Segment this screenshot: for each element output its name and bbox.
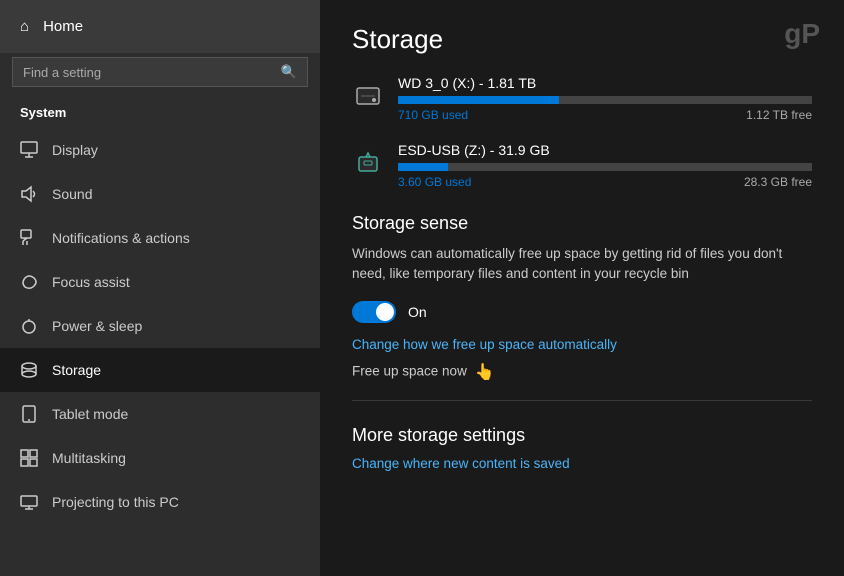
search-icon: 🔍 — [281, 64, 297, 80]
sidebar-item-multitasking[interactable]: Multitasking — [0, 436, 320, 480]
storage-sense-toggle[interactable] — [352, 301, 396, 323]
drive-usb-free: 28.3 GB free — [744, 175, 812, 189]
more-storage-title: More storage settings — [352, 425, 812, 446]
change-content-location-link[interactable]: Change where new content is saved — [352, 456, 812, 471]
drive-wd: WD 3_0 (X:) - 1.81 TB 710 GB used 1.12 T… — [352, 75, 812, 122]
storage-sense-title: Storage sense — [352, 213, 812, 234]
system-label: System — [0, 99, 320, 128]
sidebar-label-projecting: Projecting to this PC — [52, 494, 179, 510]
sidebar-label-tablet: Tablet mode — [52, 406, 128, 422]
projecting-icon — [20, 493, 38, 511]
drive-usb-name: ESD-USB (Z:) - 31.9 GB — [398, 142, 812, 158]
toggle-knob — [376, 303, 394, 321]
home-icon: ⌂ — [20, 18, 29, 35]
storage-sense-toggle-label: On — [408, 304, 427, 320]
sidebar-label-power: Power & sleep — [52, 318, 142, 334]
search-input[interactable] — [23, 65, 273, 80]
free-up-now-text[interactable]: Free up space now 👆 — [352, 362, 812, 382]
sidebar-item-focus[interactable]: Focus assist — [0, 260, 320, 304]
power-icon — [20, 317, 38, 335]
sidebar-label-notifications: Notifications & actions — [52, 230, 190, 246]
drive-usb-used: 3.60 GB used — [398, 175, 471, 189]
drive-usb-bar-wrap — [398, 163, 812, 171]
drive-usb-stats: 3.60 GB used 28.3 GB free — [398, 175, 812, 189]
sound-icon — [20, 185, 38, 203]
drive-wd-name: WD 3_0 (X:) - 1.81 TB — [398, 75, 812, 91]
main-content: gP Storage WD 3_0 (X:) - 1.81 TB 710 GB … — [320, 0, 844, 576]
drive-wd-bar-wrap — [398, 96, 812, 104]
sidebar-item-notifications[interactable]: Notifications & actions — [0, 216, 320, 260]
drive-wd-stats: 710 GB used 1.12 TB free — [398, 108, 812, 122]
page-title: Storage — [352, 24, 812, 55]
sidebar-item-storage[interactable]: Storage — [0, 348, 320, 392]
drive-usb: ESD-USB (Z:) - 31.9 GB 3.60 GB used 28.3… — [352, 142, 812, 189]
home-label: Home — [43, 18, 83, 35]
sidebar-label-display: Display — [52, 142, 98, 158]
focus-icon — [20, 273, 38, 291]
sidebar-item-projecting[interactable]: Projecting to this PC — [0, 480, 320, 524]
drive-wd-used: 710 GB used — [398, 108, 468, 122]
storage-sense-toggle-row: On — [352, 301, 812, 323]
sidebar-label-sound: Sound — [52, 186, 92, 202]
display-icon — [20, 141, 38, 159]
sidebar-item-home[interactable]: ⌂ Home — [0, 0, 320, 53]
sidebar: ⌂ Home 🔍 System Display Sound Notificati… — [0, 0, 320, 576]
drive-wd-free: 1.12 TB free — [746, 108, 812, 122]
search-box[interactable]: 🔍 — [12, 57, 308, 87]
drive-usb-icon — [352, 149, 384, 183]
sidebar-item-power[interactable]: Power & sleep — [0, 304, 320, 348]
storage-icon — [20, 361, 38, 379]
drive-usb-info: ESD-USB (Z:) - 31.9 GB 3.60 GB used 28.3… — [398, 142, 812, 189]
divider — [352, 400, 812, 401]
sidebar-label-storage: Storage — [52, 362, 101, 378]
change-free-up-link[interactable]: Change how we free up space automaticall… — [352, 337, 812, 352]
tablet-icon — [20, 405, 38, 423]
sidebar-item-sound[interactable]: Sound — [0, 172, 320, 216]
drive-wd-bar — [398, 96, 559, 104]
sidebar-item-display[interactable]: Display — [0, 128, 320, 172]
sidebar-label-focus: Focus assist — [52, 274, 130, 290]
cursor-hand: 👆 — [475, 362, 495, 382]
storage-sense-desc: Windows can automatically free up space … — [352, 244, 812, 285]
sidebar-label-multitasking: Multitasking — [52, 450, 126, 466]
drive-usb-bar — [398, 163, 448, 171]
drive-wd-info: WD 3_0 (X:) - 1.81 TB 710 GB used 1.12 T… — [398, 75, 812, 122]
drive-wd-icon — [352, 82, 384, 116]
sidebar-item-tablet[interactable]: Tablet mode — [0, 392, 320, 436]
watermark: gP — [784, 18, 820, 50]
multitasking-icon — [20, 449, 38, 467]
notifications-icon — [20, 229, 38, 247]
